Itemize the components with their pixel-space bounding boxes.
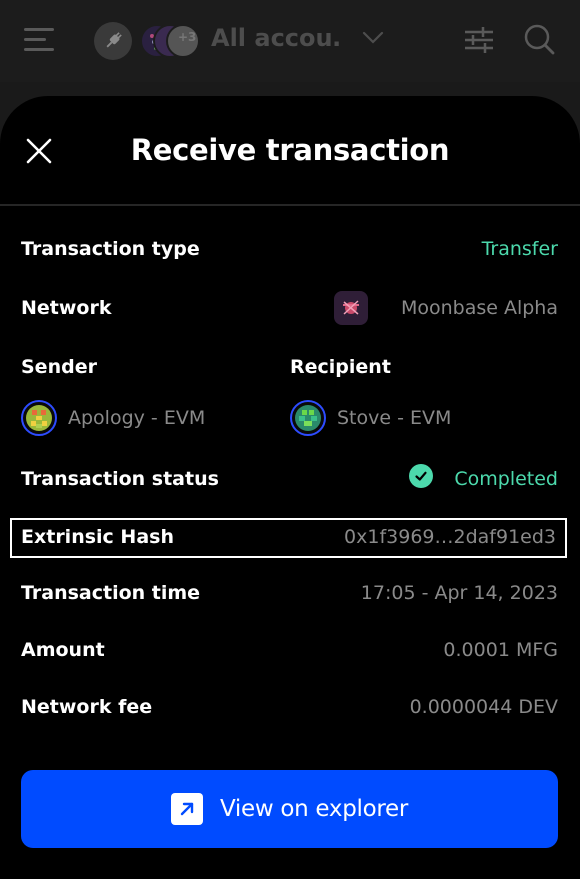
transaction-time-label: Transaction time <box>21 582 201 604</box>
sender-label: Sender <box>21 356 97 378</box>
plug-icon[interactable] <box>94 22 132 60</box>
modal-title: Receive transaction <box>130 133 450 167</box>
sender-avatar <box>21 400 57 436</box>
network-value: Moonbase Alpha <box>400 297 558 319</box>
account-selector-label[interactable]: All accou… <box>211 24 341 52</box>
view-on-explorer-button[interactable]: View on explorer <box>21 770 558 848</box>
network-fee-row: Network fee 0.0000044 DEV <box>21 688 558 728</box>
recipient-name: Stove - EVM <box>337 407 452 429</box>
amount-label: Amount <box>21 639 105 661</box>
network-label: Network <box>21 297 112 319</box>
chevron-down-icon[interactable] <box>362 30 384 49</box>
transaction-type-label: Transaction type <box>21 238 200 260</box>
transaction-status-row: Transaction status Completed <box>21 460 558 500</box>
network-row: Network Moonbase Alpha <box>21 289 558 329</box>
transaction-time-value: 17:05 - Apr 14, 2023 <box>360 582 558 604</box>
search-icon[interactable] <box>522 22 556 60</box>
extra-accounts-badge: +3 <box>178 30 197 44</box>
top-bar: +3 All accou… <box>0 0 580 82</box>
divider <box>0 204 580 206</box>
sender-account: Apology - EVM <box>21 400 241 438</box>
transaction-time-row: Transaction time 17:05 - Apr 14, 2023 <box>21 574 558 614</box>
extrinsic-hash-value[interactable]: 0x1f3969…2daf91ed3 <box>344 526 556 548</box>
external-link-icon <box>170 793 203 825</box>
receive-transaction-modal: Receive transaction Transaction type Tra… <box>0 96 580 879</box>
network-fee-value: 0.0000044 DEV <box>409 696 558 718</box>
recipient-avatar <box>290 400 326 436</box>
transaction-status-value: Completed <box>454 468 558 490</box>
network-fee-label: Network fee <box>21 696 153 718</box>
extrinsic-hash-row[interactable]: Extrinsic Hash 0x1f3969…2daf91ed3 <box>10 518 567 558</box>
transaction-type-row: Transaction type Transfer <box>21 230 558 270</box>
filter-icon[interactable] <box>463 24 495 60</box>
view-on-explorer-label: View on explorer <box>219 796 409 822</box>
sender-name: Apology - EVM <box>68 407 206 429</box>
transaction-type-value: Transfer <box>481 238 558 260</box>
amount-value: 0.0001 MFG <box>443 639 558 661</box>
moonbase-alpha-icon <box>334 291 368 325</box>
recipient-account: Stove - EVM <box>290 400 510 438</box>
extrinsic-hash-label: Extrinsic Hash <box>21 526 174 548</box>
amount-row: Amount 0.0001 MFG <box>21 631 558 671</box>
check-circle-icon <box>409 464 433 488</box>
recipient-label: Recipient <box>290 356 391 378</box>
transaction-status-label: Transaction status <box>21 468 219 490</box>
menu-icon[interactable] <box>24 26 56 54</box>
